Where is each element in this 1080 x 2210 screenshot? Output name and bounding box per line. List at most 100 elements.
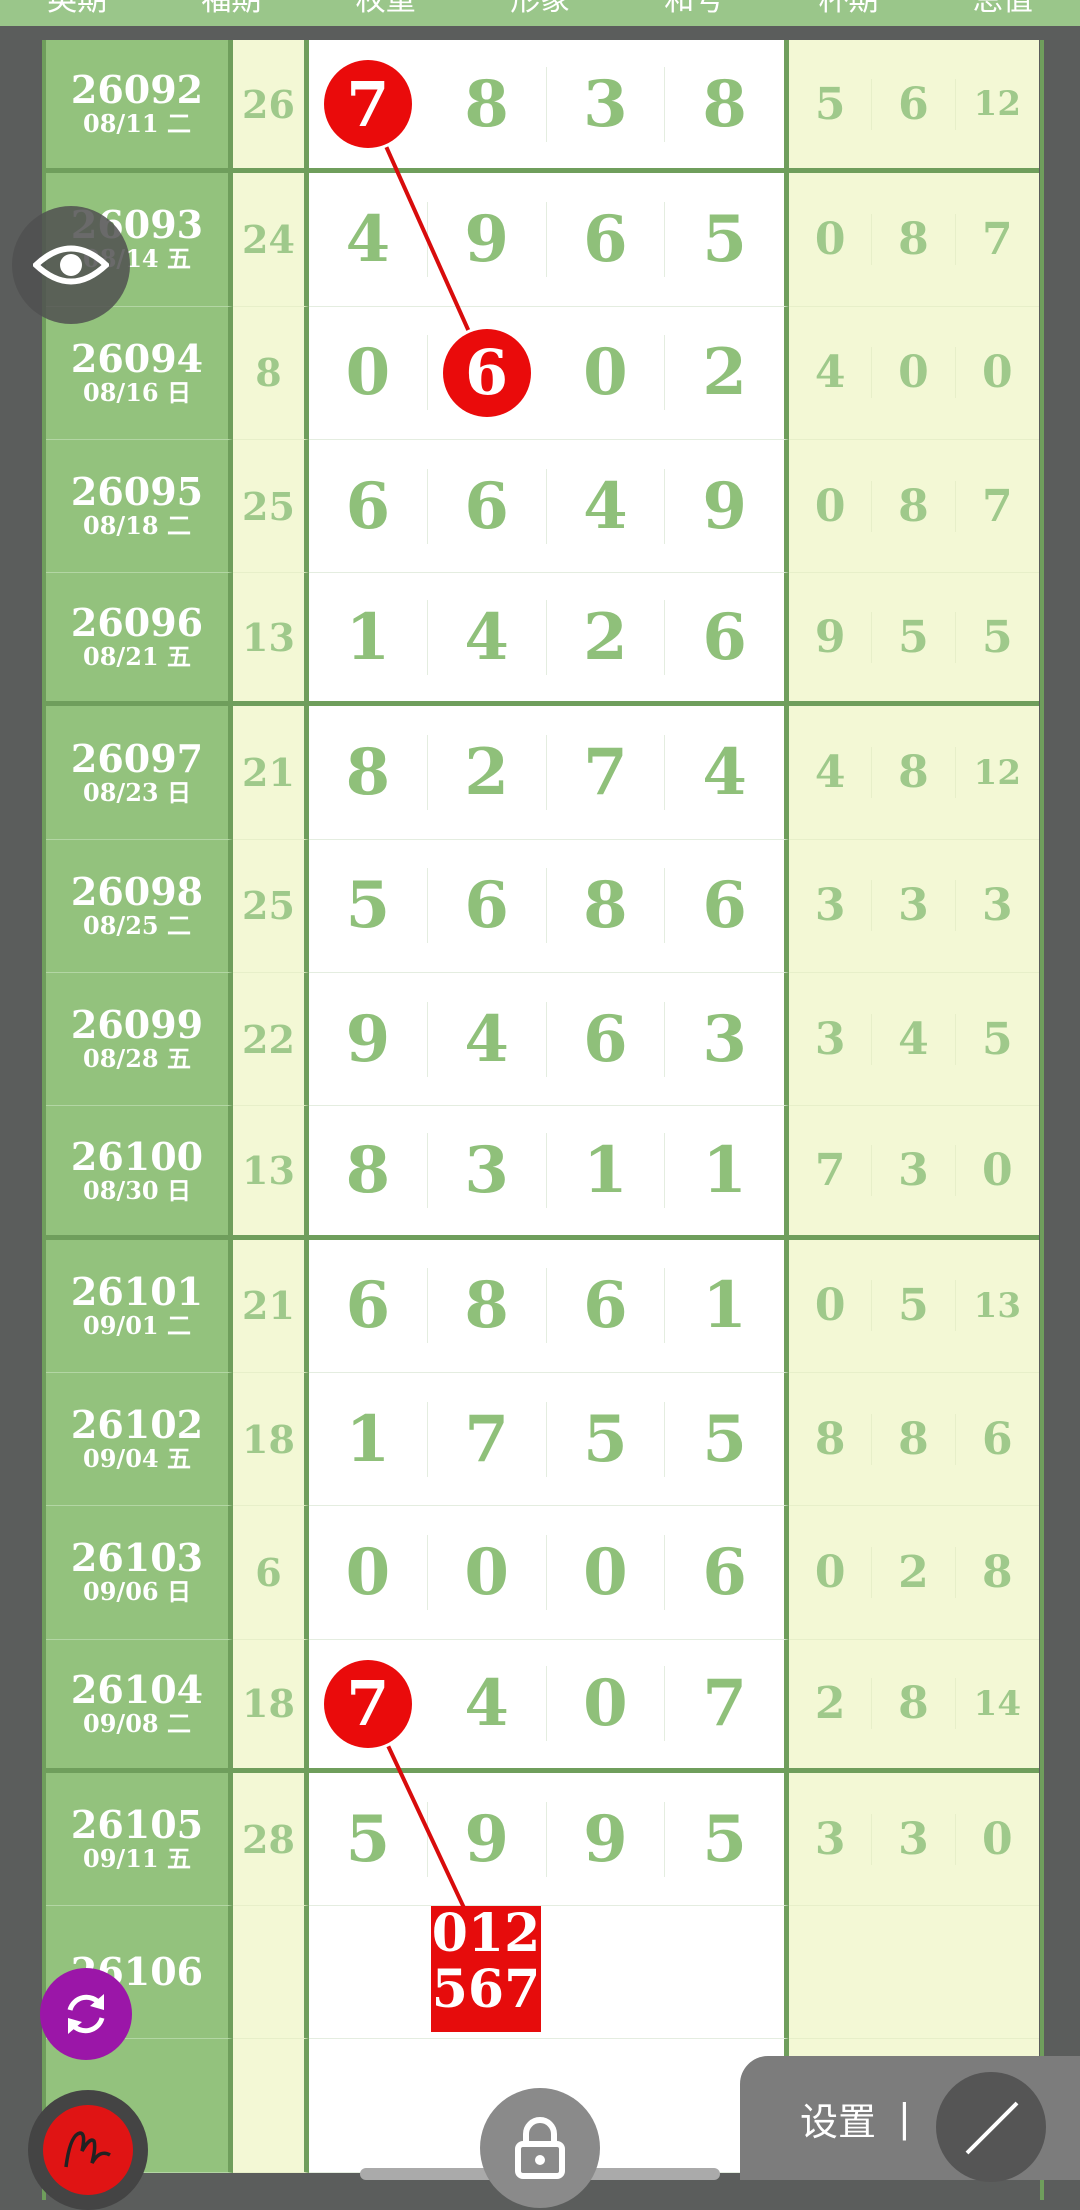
- issue-cell[interactable]: 26101 09/01 二: [46, 1239, 233, 1373]
- digit-cell[interactable]: 7: [547, 735, 666, 811]
- issue-cell[interactable]: 26098 08/25 二: [46, 839, 233, 974]
- highlight-ball[interactable]: 6: [442, 328, 531, 417]
- digit-cell[interactable]: 4: [665, 735, 784, 810]
- issue-cell[interactable]: 26096 08/21 五: [46, 573, 233, 707]
- sum-value: 6: [233, 1506, 309, 1640]
- digit-cell[interactable]: 1: [665, 1268, 784, 1343]
- issue-cell[interactable]: 26097 08/23 日: [46, 706, 233, 840]
- digit-cell[interactable]: 0: [309, 1534, 428, 1610]
- digit-cell[interactable]: 7: [428, 1401, 547, 1477]
- trend-chart-grid[interactable]: 26092 08/11 二 26 7 8 3 8 5 6 12 26093 08/14 五 24 4 9 6 5…: [42, 40, 1044, 2200]
- digit-cell[interactable]: 8: [309, 735, 428, 811]
- digit-cell[interactable]: 1: [309, 1401, 428, 1477]
- digit-cell[interactable]: 8: [547, 868, 666, 944]
- digit-cell[interactable]: 0: [428, 1534, 547, 1610]
- issue-cell[interactable]: 26104 09/08 二: [46, 1639, 233, 1773]
- extra-value: 5: [789, 78, 873, 130]
- digit-cell[interactable]: 1: [309, 599, 428, 675]
- issue-cell[interactable]: 26099 08/28 五: [46, 973, 233, 1107]
- extra-cell: 400: [789, 306, 1039, 440]
- digit-cell[interactable]: 4: [428, 599, 547, 675]
- digit-cell[interactable]: 0: [309, 335, 428, 411]
- pen-tool-button[interactable]: [28, 2090, 148, 2210]
- issue-cell[interactable]: 26092 08/11 二: [46, 40, 233, 174]
- digit-cell[interactable]: 7: [665, 1666, 784, 1741]
- digit-cell[interactable]: 6: [428, 868, 547, 944]
- digit-cell[interactable]: 2: [547, 599, 666, 675]
- digit-cell[interactable]: 8: [428, 66, 547, 142]
- digit-cell[interactable]: 6: [309, 468, 428, 544]
- digit-cell[interactable]: 6: [547, 1001, 666, 1077]
- digit-cell[interactable]: 4: [428, 1666, 547, 1742]
- digit-cell[interactable]: 9: [665, 469, 784, 544]
- extra-value: 8: [872, 1678, 956, 1730]
- digit-cell[interactable]: 1: [665, 1133, 784, 1208]
- digit-cell[interactable]: 9: [547, 1801, 666, 1877]
- digit-cell[interactable]: 0: [547, 1666, 666, 1742]
- line-tool-button[interactable]: [936, 2072, 1046, 2182]
- highlight-ball[interactable]: 7: [323, 1659, 412, 1748]
- digit-cell[interactable]: 3: [428, 1133, 547, 1209]
- digit-cell[interactable]: 5: [665, 1802, 784, 1877]
- digit-cell[interactable]: 6: [428, 468, 547, 544]
- digit-cell[interactable]: 9: [428, 1801, 547, 1877]
- issue-number: 26096: [70, 600, 204, 646]
- header-label: 和号: [664, 0, 725, 18]
- issue-number: 26100: [70, 1133, 204, 1179]
- sum-value: [233, 2039, 309, 2173]
- sum-value: 28: [233, 1772, 309, 1907]
- digit-cell[interactable]: 9: [428, 201, 547, 277]
- draw-date: 08/18 二: [83, 511, 191, 541]
- issue-cell[interactable]: 26105 09/11 五: [46, 1772, 233, 1907]
- extra-value: 2: [789, 1678, 873, 1730]
- digit-cell[interactable]: 9: [309, 1001, 428, 1077]
- digit-cell[interactable]: 4: [547, 468, 666, 544]
- digit-cell[interactable]: 2: [428, 735, 547, 811]
- digit-cell[interactable]: 4: [309, 201, 428, 277]
- issue-cell[interactable]: 26095 08/18 二: [46, 439, 233, 574]
- extra-value: 0: [789, 480, 873, 532]
- issue-cell[interactable]: 26100 08/30 日: [46, 1106, 233, 1240]
- digit-cell[interactable]: 6: [665, 1535, 784, 1610]
- digit-cell[interactable]: 8: [309, 1133, 428, 1209]
- issue-cell[interactable]: 26103 09/06 日: [46, 1506, 233, 1640]
- digits-cell: 7407: [309, 1639, 789, 1773]
- header-label: 福期: [201, 0, 262, 18]
- highlight-ball[interactable]: 7: [323, 60, 412, 149]
- extra-value: 0: [982, 1145, 1013, 1197]
- digit-cell[interactable]: 6: [309, 1268, 428, 1344]
- issue-cell[interactable]: 26094 08/16 日: [46, 306, 233, 440]
- prediction-box[interactable]: 012 567: [431, 1906, 541, 2032]
- digit-cell[interactable]: 5: [547, 1401, 666, 1477]
- digit-cell[interactable]: 8: [428, 1268, 547, 1344]
- digits-cell: 8311: [309, 1106, 789, 1240]
- draw-date: 08/16 日: [83, 377, 191, 407]
- digit-cell[interactable]: 5: [309, 1801, 428, 1877]
- settings-button[interactable]: 设置: [800, 2091, 876, 2146]
- digit-cell[interactable]: 5: [665, 1402, 784, 1477]
- digit-cell[interactable]: 6: [665, 868, 784, 943]
- digit-cell[interactable]: 1: [547, 1133, 666, 1209]
- digits-cell: 0602: [309, 306, 789, 440]
- sum-value: 18: [233, 1372, 309, 1507]
- eye-toggle-button[interactable]: [12, 206, 130, 324]
- lock-button[interactable]: [480, 2088, 600, 2208]
- digit-cell[interactable]: 4: [428, 1001, 547, 1077]
- issue-cell[interactable]: 26102 09/04 五: [46, 1372, 233, 1507]
- extra-value: 0: [982, 1813, 1013, 1865]
- sum-value: 25: [233, 439, 309, 574]
- digit-cell[interactable]: 3: [665, 1002, 784, 1077]
- draw-date: 09/01 二: [83, 1310, 191, 1340]
- digit-cell[interactable]: 5: [309, 868, 428, 944]
- digit-cell[interactable]: 6: [547, 1268, 666, 1344]
- digit-cell[interactable]: 0: [547, 335, 666, 411]
- extra-value: 3: [872, 880, 956, 932]
- digit-cell[interactable]: 6: [665, 600, 784, 675]
- digit-cell[interactable]: 0: [547, 1534, 666, 1610]
- digit-cell[interactable]: 3: [547, 66, 666, 142]
- digit-cell[interactable]: 6: [547, 201, 666, 277]
- refresh-button[interactable]: [40, 1968, 132, 2060]
- digit-cell[interactable]: 5: [665, 202, 784, 277]
- digit-cell[interactable]: 8: [665, 67, 784, 142]
- digit-cell[interactable]: 2: [665, 335, 784, 410]
